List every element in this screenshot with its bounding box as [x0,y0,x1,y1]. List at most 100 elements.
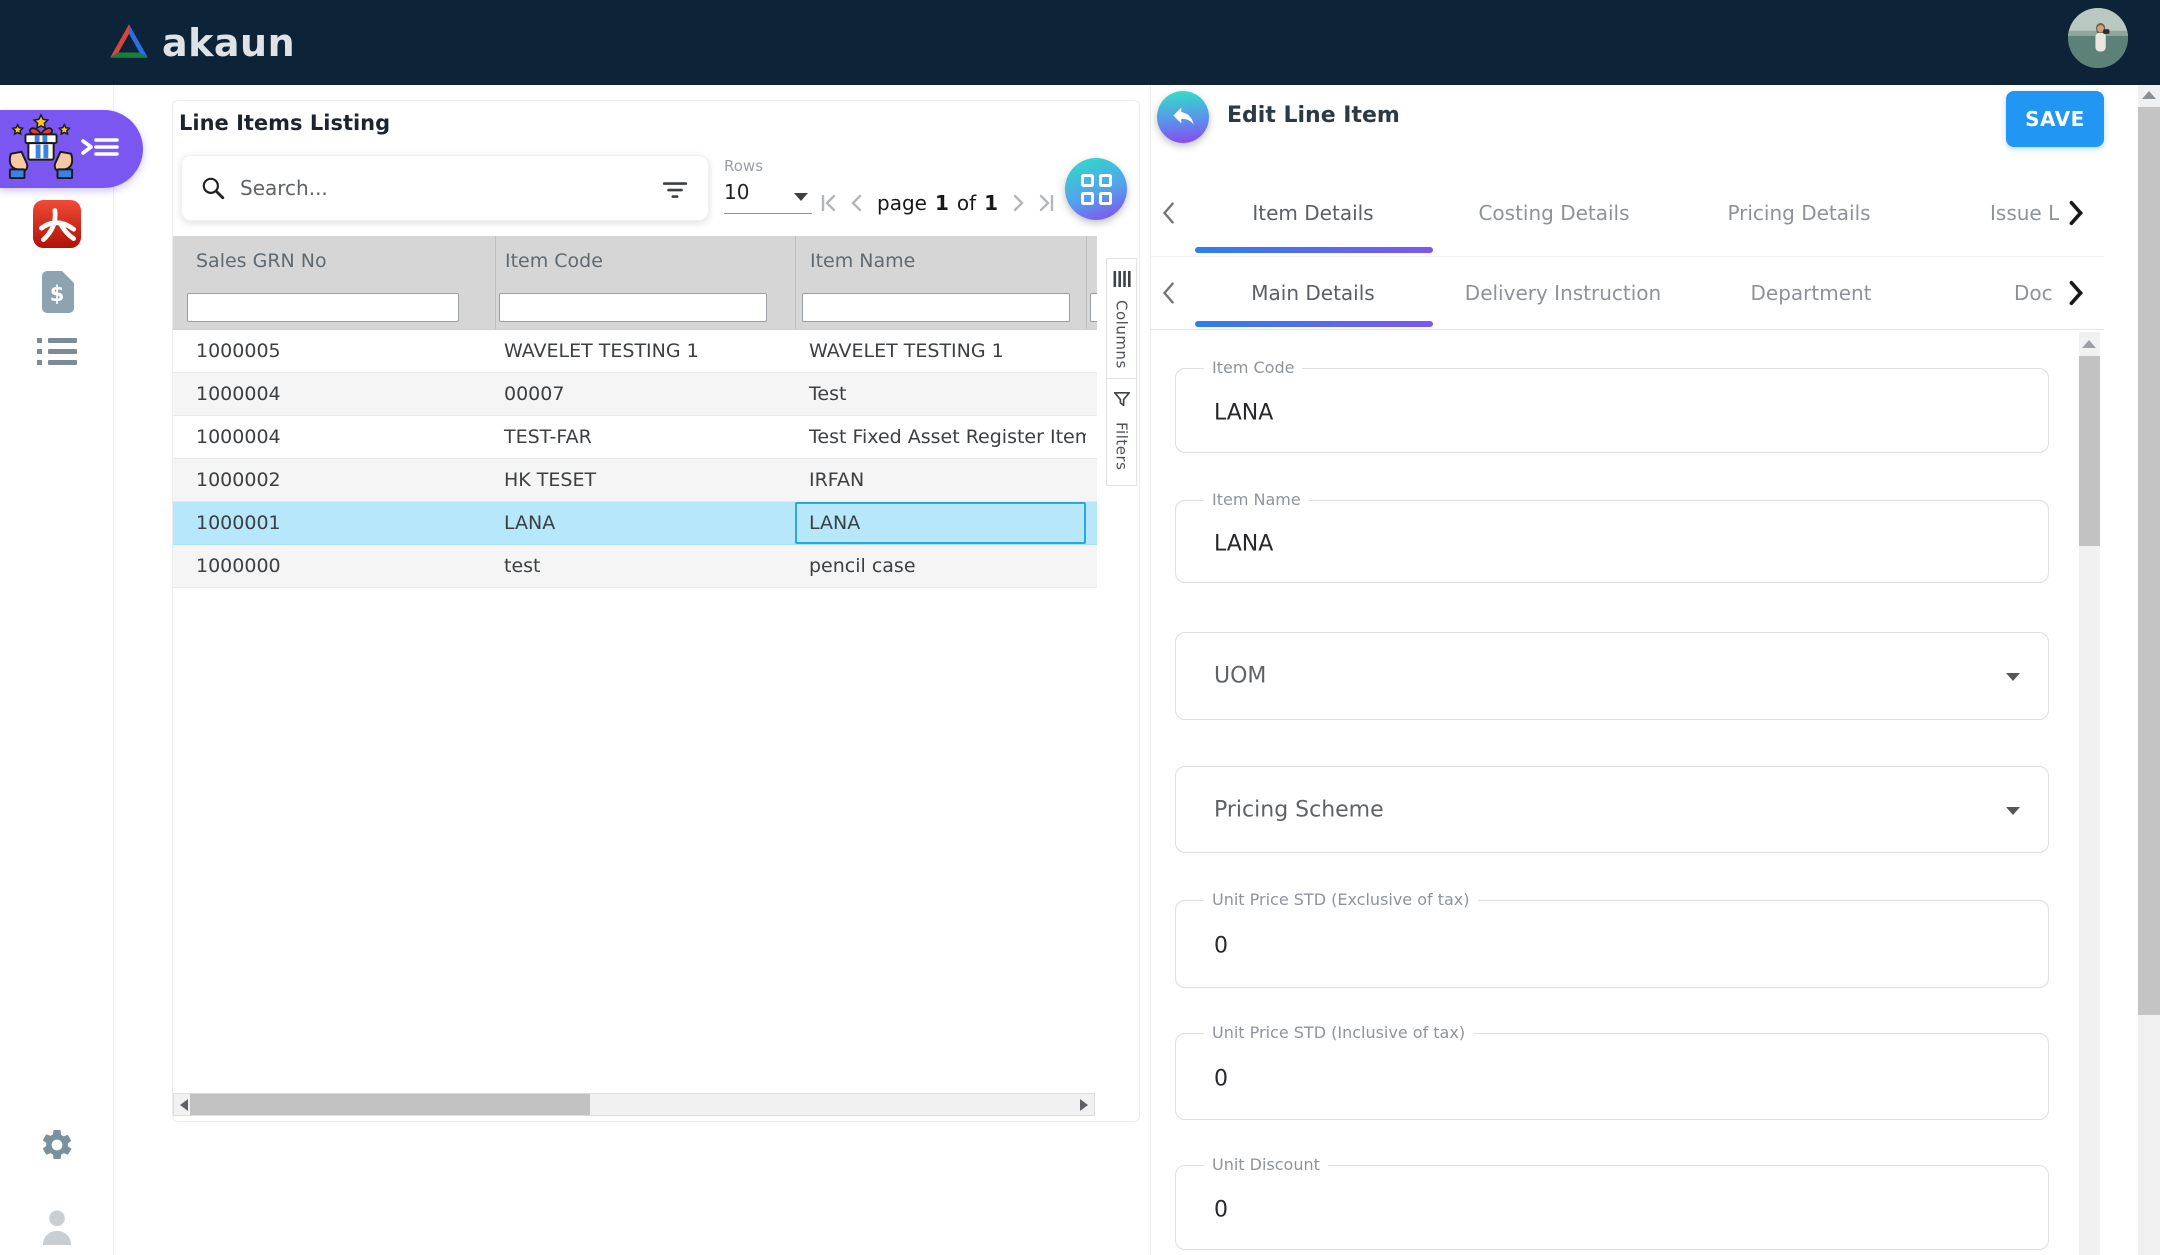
field-pricing-scheme[interactable]: Pricing Scheme [1175,766,2049,853]
search-placeholder: Search... [240,176,328,200]
subtab-main-details[interactable]: Main Details [1251,257,1374,329]
table-cell[interactable]: test [495,545,795,587]
table-cell[interactable]: Test [795,373,1086,415]
table-cell[interactable] [1086,459,1097,501]
column-filter-input-1[interactable] [499,293,767,322]
table-row-5[interactable]: 1000000testpencil case [173,545,1097,588]
table-cell[interactable]: IRFAN [795,459,1086,501]
total-pages: 1 [984,191,998,215]
table-row-3[interactable]: 1000002HK TESETIRFAN [173,459,1097,502]
save-button[interactable]: SAVE [2006,91,2104,147]
sub-tabs: Main Details Delivery Instruction Departme… [1151,257,2059,329]
table-cell[interactable] [1086,330,1097,372]
table-cell[interactable] [1086,545,1097,587]
brand-logo[interactable]: akaun [108,0,295,85]
prev-page-button[interactable] [848,191,864,215]
tab-costing-details[interactable]: Costing Details [1478,170,1629,256]
field-unit-price-std-exclusive-of-tax[interactable]: Unit Price STD (Exclusive of tax)0 [1175,900,2049,988]
table-row-2[interactable]: 1000004TEST-FARTest Fixed Asset Register… [173,416,1097,459]
field-item-name[interactable]: Item NameLANA [1175,500,2049,583]
table-cell[interactable]: 1000000 [173,545,495,587]
table-cell[interactable]: 1000002 [173,459,495,501]
menu-indent-icon [78,132,122,166]
column-header-sales-grn-no[interactable]: Sales GRN No [173,236,495,286]
scroll-up-arrow-icon[interactable] [2082,340,2096,348]
back-button[interactable] [1157,91,1209,143]
table-body: 1000005WAVELET TESTING 1WAVELET TESTING … [173,330,1097,588]
column-header-item-name[interactable]: Item Name [795,236,1086,286]
field-unit-price-std-inclusive-of-tax[interactable]: Unit Price STD (Inclusive of tax)0 [1175,1033,2049,1120]
field-unit-discount[interactable]: Unit Discount0 [1175,1165,2049,1250]
field-value: LANA [1214,400,1273,425]
panel-scrollbar-thumb[interactable] [2079,356,2100,546]
table-row-4[interactable]: 1000001LANALANA [173,502,1097,545]
table-cell[interactable]: Test Fixed Asset Register Item C... [795,416,1086,458]
horizontal-scrollbar[interactable] [173,1093,1095,1116]
column-header-item-code[interactable]: Item Code [495,236,795,286]
table-cell[interactable]: LANA [495,502,795,544]
sidebar-item-account[interactable] [0,1207,113,1249]
table-cell[interactable]: pencil case [795,545,1086,587]
table-cell[interactable]: WAVELET TESTING 1 [495,330,795,372]
table-row-1[interactable]: 100000400007Test [173,373,1097,416]
table-cell[interactable] [1086,416,1097,458]
subtab-delivery-instruction[interactable]: Delivery Instruction [1465,257,1661,329]
column-filter-input-0[interactable] [187,293,459,322]
current-page: 1 [935,191,949,215]
sidebar-item-bigledger-app[interactable] [0,200,113,252]
sidebar-item-billing[interactable]: $ [0,270,113,318]
columns-side-tab[interactable]: Columns [1106,258,1137,379]
subtab-doc[interactable]: Doc [2014,257,2053,329]
column-filter-input-3[interactable] [1090,293,1097,322]
page-scroll-up-arrow-icon[interactable] [2142,91,2156,99]
scroll-left-arrow-icon[interactable] [180,1099,188,1111]
page-scrollbar[interactable] [2138,85,2160,1255]
account-person-icon [40,1207,74,1249]
table-cell[interactable]: 1000004 [173,416,495,458]
table-cell[interactable]: 1000001 [173,502,495,544]
last-page-button[interactable] [1036,191,1056,215]
filter-list-icon[interactable] [662,178,688,200]
table-cell[interactable]: 1000005 [173,330,495,372]
column-filter-input-2[interactable] [802,293,1070,322]
page-scrollbar-thumb[interactable] [2138,107,2160,1015]
table-cell[interactable]: WAVELET TESTING 1 [795,330,1086,372]
tabs-scroll-right-icon[interactable] [2068,199,2084,227]
field-item-code[interactable]: Item CodeLANA [1175,368,2049,453]
first-page-button[interactable] [819,191,839,215]
horizontal-scrollbar-thumb[interactable] [190,1094,590,1115]
columns-bars-icon [1113,271,1131,291]
table-cell[interactable]: TEST-FAR [495,416,795,458]
sidebar-item-settings[interactable] [0,1127,113,1167]
select-label: UOM [1214,664,1266,689]
next-page-button[interactable] [1011,191,1027,215]
table-header-row: Sales GRN NoItem CodeItem Name [173,236,1097,286]
table-cell[interactable] [1086,502,1097,544]
grid-view-button[interactable] [1065,158,1127,220]
tab-pricing-details[interactable]: Pricing Details [1727,170,1870,256]
sidebar-item-listing[interactable] [0,335,113,373]
edit-line-item-panel: Edit Line Item SAVE Item DetailsCosting … [1150,85,2104,1255]
selected-table-cell[interactable]: LANA [795,502,1086,544]
tab-issue-li[interactable]: Issue Li [1990,170,2059,256]
sidebar-item-active-module[interactable] [0,110,143,188]
field-uom[interactable]: UOM [1175,632,2049,720]
field-value: 0 [1214,1066,1228,1091]
filter-cell [1086,286,1097,329]
table-row-0[interactable]: 1000005WAVELET TESTING 1WAVELET TESTING … [173,330,1097,373]
filters-side-tab[interactable]: Filters [1106,379,1137,486]
scroll-right-arrow-icon[interactable] [1080,1099,1088,1111]
table-cell[interactable] [1086,373,1097,415]
search-input[interactable]: Search... [181,155,709,221]
subtabs-scroll-right-icon[interactable] [2068,279,2084,307]
table-cell[interactable]: 00007 [495,373,795,415]
filter-cell [495,286,795,329]
table-cell[interactable]: HK TESET [495,459,795,501]
tab-item-details[interactable]: Item Details [1252,170,1373,256]
panel-scrollbar[interactable] [2079,332,2100,1255]
table-cell[interactable]: 1000004 [173,373,495,415]
active-subtab-underline [1195,321,1433,327]
user-avatar[interactable] [2068,8,2128,68]
rows-per-page-select[interactable]: Rows 10 [724,157,812,214]
subtab-department[interactable]: Department [1750,257,1871,329]
